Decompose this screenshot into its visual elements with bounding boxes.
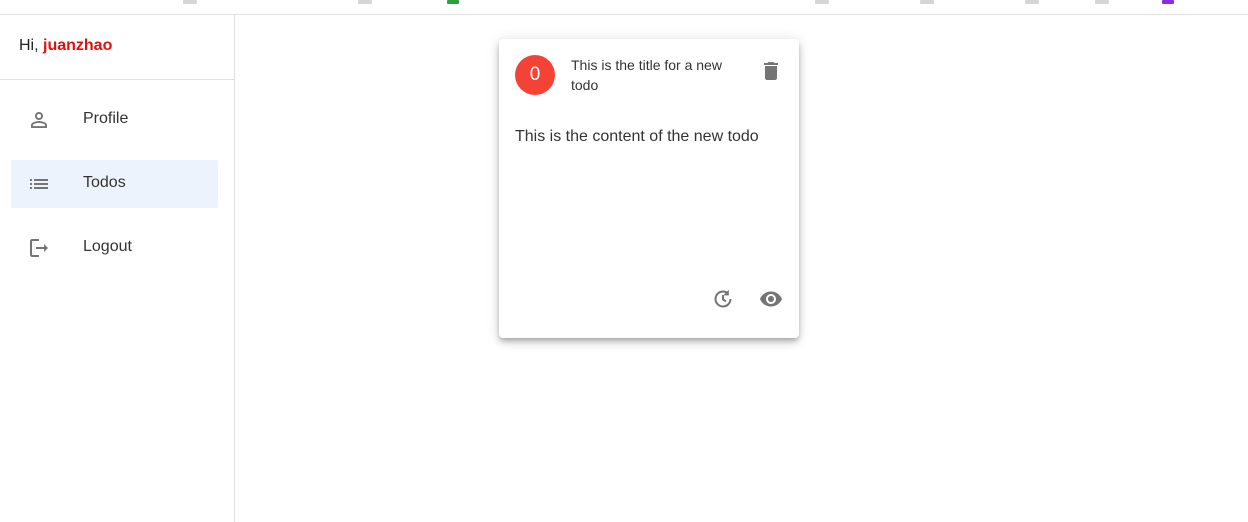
person-outline-icon [27,108,51,132]
sidebar: Hi, juanzhao Profile Todos Logout [0,15,235,522]
history-button[interactable] [711,287,735,311]
list-icon [27,172,51,196]
bookmark-stub [183,0,197,4]
logout-icon [27,236,51,260]
sidebar-item-logout[interactable]: Logout [11,224,218,272]
todo-content: This is the content of the new todo [515,128,759,145]
bookmark-stub [358,0,372,4]
history-icon [714,289,732,308]
bookmark-stub [1025,0,1039,4]
sidebar-item-label: Logout [83,238,132,255]
eye-icon [760,291,782,307]
bookmark-stub [815,0,829,4]
username: juanzhao [43,37,113,54]
todo-card: 0 This is the title for a new todo This … [499,39,799,338]
sidebar-item-profile[interactable]: Profile [11,96,218,144]
user-greeting: Hi, juanzhao [0,15,234,80]
sidebar-item-todos[interactable]: Todos [11,160,218,208]
bookmark-stub [1162,0,1174,4]
view-button[interactable] [759,287,783,311]
delete-icon [764,62,778,80]
todo-avatar: 0 [515,55,555,95]
greeting-prefix: Hi, [19,37,43,54]
bookmark-stub [1095,0,1109,4]
todo-title: This is the title for a new todo [571,57,722,93]
bookmark-stub [920,0,934,4]
browser-bookmark-strip [0,0,1248,15]
sidebar-nav: Profile Todos Logout [0,80,234,272]
sidebar-item-label: Todos [83,174,126,191]
bookmark-stub [447,0,459,4]
delete-button[interactable] [759,59,783,83]
sidebar-item-label: Profile [83,110,129,127]
